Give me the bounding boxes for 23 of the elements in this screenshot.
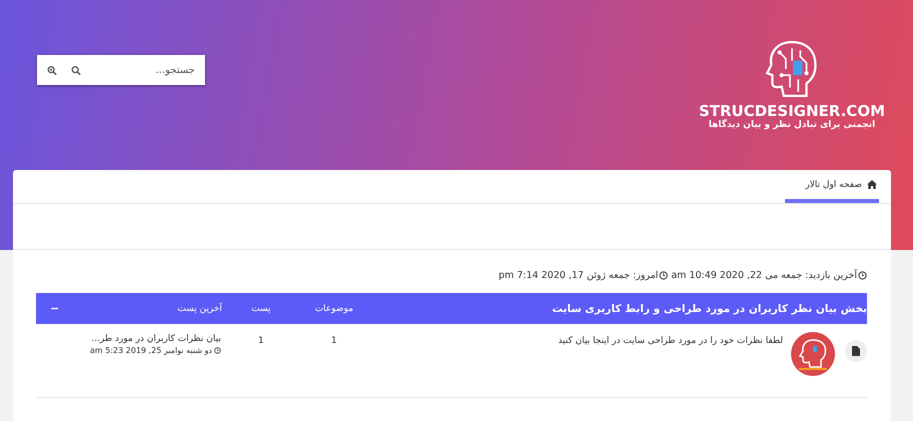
clock-icon: [858, 271, 867, 280]
visit-time: آخرین بازدید: جمعه می 22, 2020 10:49 am: [671, 270, 857, 281]
last-post-time: دو شنبه نوامبر 25, 2019 5:23 am: [90, 346, 212, 355]
site-tagline: انجمنی برای تبادل نظر و بیان دیدگاها: [708, 120, 876, 130]
home-icon: [867, 180, 877, 189]
forum-logo-icon: [791, 332, 835, 376]
clock-icon: [214, 347, 221, 354]
last-post-link[interactable]: بیان نظرات کاربران در مورد طر...: [36, 334, 221, 344]
topic-count: 1: [330, 335, 338, 348]
column-header: آخرین پست: [177, 304, 222, 314]
search-icon[interactable]: [71, 64, 81, 76]
file-icon: [845, 340, 867, 362]
collapse-button[interactable]: −: [46, 302, 64, 315]
post-count: 1: [257, 335, 265, 348]
home-tab[interactable]: صفحه اول تالار: [785, 170, 879, 203]
clock-icon: [659, 271, 668, 280]
forum-description[interactable]: لطفا نظرات خود را در مورد طراحی سایت در اینجا بیان کنید: [558, 336, 783, 346]
column-header: پست: [250, 304, 272, 314]
site-title: STRUCDESIGNER.COM: [698, 102, 885, 120]
visit-time: امروز: جمعه ژوئن 17, 2020 7:14 pm: [498, 270, 658, 281]
forum-category-title[interactable]: بخش بیان نظر کاربران در مورد طراحی و رابط کاربری سایت: [372, 302, 867, 314]
column-header: موضوعات: [314, 304, 354, 314]
advanced-search-icon[interactable]: [47, 64, 57, 76]
